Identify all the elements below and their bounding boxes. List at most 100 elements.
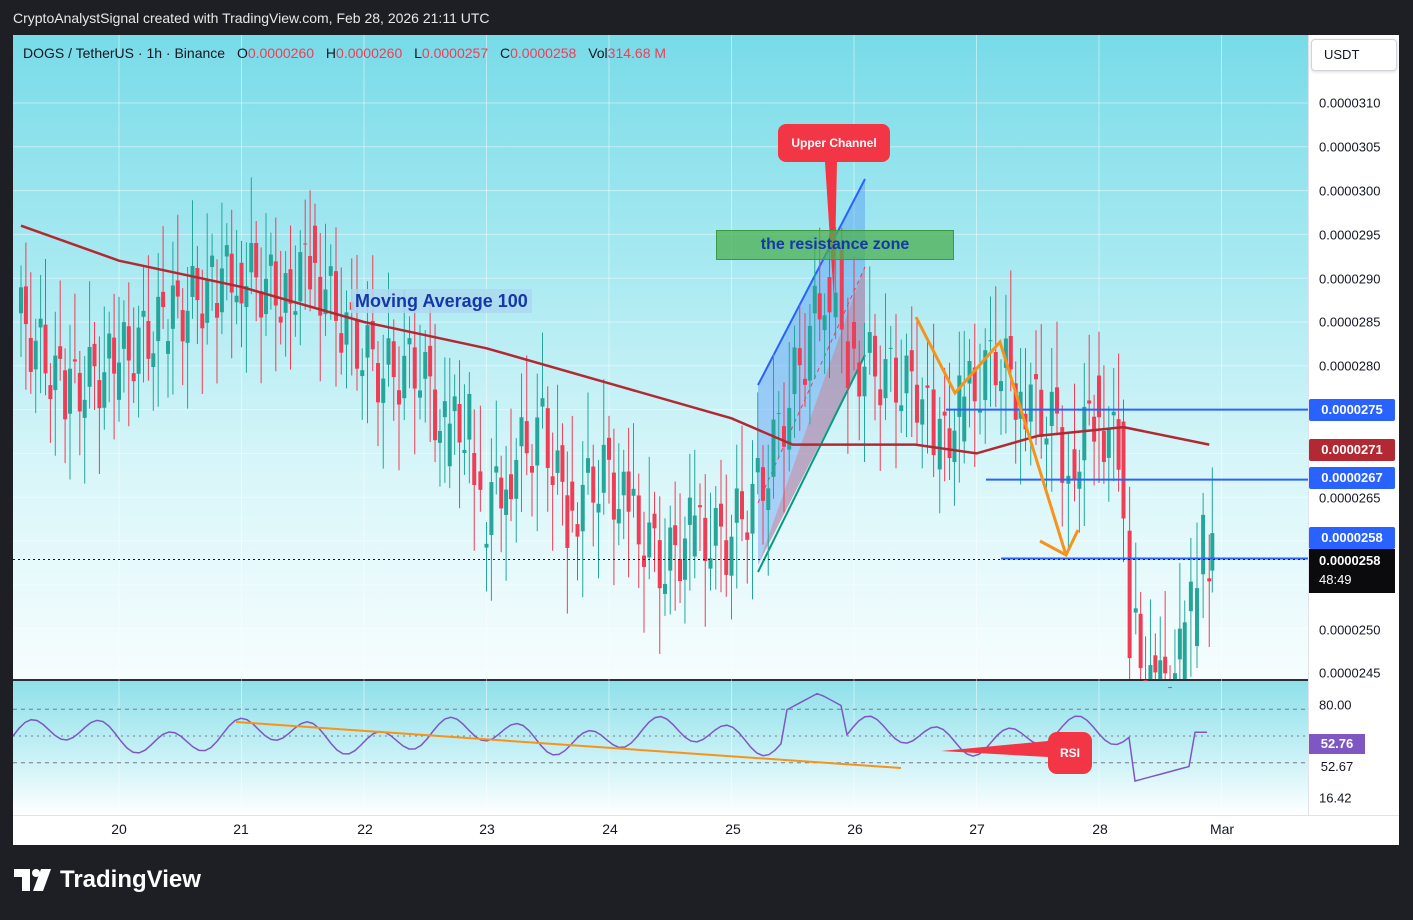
candle-body — [428, 345, 433, 377]
candle-body — [555, 450, 560, 473]
candle-body — [1034, 374, 1038, 380]
resistance-zone[interactable]: the resistance zone — [716, 230, 954, 260]
candle-body — [273, 261, 278, 306]
candle-body — [1138, 613, 1143, 669]
candle-body — [504, 489, 509, 515]
candle-body — [210, 255, 215, 267]
candle-body — [519, 417, 524, 447]
candle-body — [1148, 665, 1153, 679]
candle-body — [1177, 628, 1182, 660]
symbol-label[interactable]: DOGS / TetherUS · 1h · Binance — [23, 45, 225, 61]
candle-body — [442, 401, 447, 418]
candle-body — [698, 505, 702, 508]
candle-body — [575, 524, 580, 537]
candle-body — [663, 583, 667, 594]
candle-body — [494, 466, 499, 473]
currency-button[interactable]: USDT — [1311, 39, 1397, 71]
candle-body — [611, 472, 616, 520]
candle-body — [278, 316, 283, 323]
moving-average-label[interactable]: Moving Average 100 — [351, 289, 532, 313]
candle-body — [899, 405, 904, 412]
candle-body — [53, 355, 58, 391]
level-275-tag[interactable]: 0.0000275 — [1309, 399, 1395, 421]
candle-body — [550, 476, 555, 486]
rsi-value-tag[interactable]: 52.76 — [1309, 734, 1365, 754]
current-price: 0.0000258 — [1319, 553, 1381, 568]
price-tick: 0.0000285 — [1319, 314, 1381, 330]
candle-body — [703, 517, 708, 562]
candle-body — [175, 280, 180, 297]
candle-body — [254, 242, 259, 278]
candle-body — [478, 471, 483, 490]
candle-body — [68, 368, 72, 414]
candle-body — [755, 458, 760, 473]
candle-body — [1008, 336, 1013, 370]
candle-body — [447, 423, 452, 467]
upper-channel-callout[interactable]: Upper Channel — [778, 124, 890, 162]
candle-body — [873, 335, 877, 377]
candle-body — [766, 488, 771, 511]
chart-canvas[interactable] — [13, 35, 1399, 845]
candle-body — [545, 408, 550, 468]
candle-body — [126, 326, 131, 361]
candle-body — [750, 483, 755, 534]
candle-body — [857, 362, 862, 397]
candle-body — [1133, 608, 1138, 613]
candle-body — [402, 355, 407, 399]
candle-body — [601, 444, 606, 493]
tradingview-logo[interactable]: TradingView — [14, 866, 201, 894]
candle-body — [915, 384, 919, 423]
candle-body — [833, 292, 838, 318]
candle-body — [729, 536, 734, 576]
candle-body — [761, 467, 765, 501]
candle-body — [499, 477, 504, 509]
rsi-callout[interactable]: RSI — [1048, 732, 1092, 774]
candle-body — [376, 363, 380, 403]
candle-body — [224, 245, 229, 257]
low-label: L — [414, 45, 422, 61]
ma-271-tag[interactable]: 0.0000271 — [1309, 439, 1395, 461]
level-267-tag[interactable]: 0.0000267 — [1309, 467, 1395, 489]
chart-frame[interactable]: DOGS / TetherUS · 1h · Binance O0.000026… — [13, 35, 1399, 845]
candle-body — [591, 466, 596, 503]
candle-body — [631, 488, 636, 496]
candle-body — [77, 372, 82, 412]
candle-body — [942, 411, 947, 416]
candle-body — [407, 338, 412, 345]
candle-body — [535, 417, 540, 466]
candle-body — [33, 340, 38, 370]
candle-body — [249, 243, 254, 273]
price-tick: 0.0000295 — [1319, 227, 1381, 243]
candle-body — [268, 254, 273, 266]
candle-body — [1143, 680, 1148, 682]
high-value: 0.0000260 — [336, 45, 403, 61]
candle-body — [616, 509, 621, 524]
candle-body — [803, 378, 807, 385]
candle-body — [146, 320, 151, 359]
current-price-tag[interactable]: 0.0000258 48:49 — [1309, 549, 1395, 593]
candle-body — [215, 303, 219, 318]
candle-body — [293, 311, 298, 315]
candle-body — [719, 503, 723, 527]
candle-body — [185, 310, 190, 343]
time-tick: Mar — [1209, 821, 1235, 837]
candle-body — [668, 527, 673, 571]
candle-body — [607, 437, 611, 460]
candle-body — [657, 540, 662, 589]
candle-body — [514, 460, 519, 499]
candle-body — [734, 488, 739, 523]
rsi-ma-tag[interactable]: 52.67 — [1309, 757, 1365, 777]
candle-body — [1028, 384, 1033, 422]
time-tick: 25 — [725, 821, 741, 837]
candle-body — [259, 291, 264, 318]
candle-body — [43, 324, 48, 374]
close-label: C — [500, 45, 511, 61]
rsi-upper-tick: 80.00 — [1319, 697, 1352, 713]
candle-body — [1188, 581, 1193, 612]
time-tick: 22 — [357, 821, 373, 837]
candle-body — [1201, 514, 1206, 575]
candle-body — [1127, 530, 1132, 659]
last-258-tag[interactable]: 0.0000258 — [1309, 527, 1395, 549]
candle-body — [1158, 660, 1163, 679]
candle-body — [234, 295, 239, 303]
